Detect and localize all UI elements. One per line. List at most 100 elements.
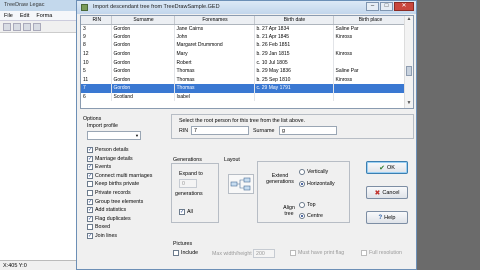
close-button[interactable]: ✕ bbox=[394, 2, 414, 11]
option-checkbox[interactable]: Keep births private bbox=[87, 181, 139, 188]
full-resolution-label: Full resolution bbox=[369, 250, 402, 256]
background-status-bar: X:405 Y:0 bbox=[0, 260, 80, 270]
checkbox-box: ✓ bbox=[87, 164, 93, 171]
cell-birth-place bbox=[333, 58, 407, 67]
option-checkbox[interactable]: Private records bbox=[87, 190, 131, 196]
table-row[interactable]: 10 Gordon Robert c. 10 Jul 1805 bbox=[81, 58, 407, 67]
minimize-button[interactable]: – bbox=[366, 2, 379, 11]
new-icon[interactable] bbox=[3, 23, 11, 31]
option-checkbox-label: Events bbox=[95, 164, 112, 171]
print-flag-checkbox-box bbox=[290, 250, 296, 256]
column-header-surname[interactable]: Surname bbox=[111, 16, 175, 25]
option-checkbox[interactable]: ✓ Flag duplicates bbox=[87, 215, 131, 222]
cancel-button[interactable]: ✖ Cancel bbox=[366, 186, 408, 199]
cell-birth-date: b. 29 May 1836 bbox=[254, 66, 334, 76]
table-row[interactable]: 8 Gordon Margaret Drummond b. 26 Feb 1851 bbox=[81, 41, 407, 50]
scroll-up-icon[interactable]: ▲ bbox=[405, 16, 413, 24]
column-header-forenames[interactable]: Forenames bbox=[174, 16, 255, 25]
cancel-x-icon: ✖ bbox=[374, 189, 381, 197]
full-resolution-checkbox[interactable]: Full resolution bbox=[361, 250, 402, 256]
option-checkbox-label: Private records bbox=[95, 190, 131, 196]
help-button[interactable]: ? Help bbox=[366, 211, 408, 224]
option-checkbox[interactable]: ✓ Connect multi marriages bbox=[87, 172, 153, 179]
root-person-prompt: Select the root person for this tree fro… bbox=[179, 118, 306, 124]
cell-surname: Gordon bbox=[111, 75, 175, 85]
table-row[interactable]: 7 Gordon Thomas c. 29 May 1791 bbox=[81, 84, 407, 93]
all-generations-checkbox[interactable]: ✓ All bbox=[179, 209, 193, 215]
background-canvas[interactable] bbox=[0, 33, 80, 260]
option-checkbox-label: Add statistics bbox=[95, 207, 127, 214]
ok-button[interactable]: ✔ OK bbox=[366, 161, 408, 174]
cell-birth-date: b. 27 Apr 1834 bbox=[254, 24, 334, 33]
option-checkbox[interactable]: ✓ Person details bbox=[87, 147, 129, 153]
person-list[interactable]: RIN Surname Forenames Birth date Birth p… bbox=[80, 15, 414, 109]
desktop-background bbox=[417, 0, 480, 270]
option-checkbox[interactable]: ✓ Marriage details bbox=[87, 155, 133, 162]
menu-file[interactable]: File bbox=[4, 13, 13, 19]
extend-horizontally-radio[interactable]: Horizontally bbox=[299, 181, 335, 187]
cell-rin: 8 bbox=[81, 41, 112, 50]
import-dialog: Import descendant tree from TreeDrawSamp… bbox=[76, 0, 417, 270]
option-checkbox-label: Connect multi marriages bbox=[95, 172, 153, 179]
import-profile-label: Import profile bbox=[87, 123, 118, 129]
option-checkbox[interactable]: ✓ Group tree elements bbox=[87, 198, 143, 205]
cell-surname: Gordon bbox=[111, 66, 175, 76]
align-centre-radio[interactable]: Centre bbox=[299, 213, 323, 219]
column-header-rin[interactable]: RIN bbox=[81, 16, 112, 25]
column-header-birth-place[interactable]: Birth place bbox=[333, 16, 407, 25]
scroll-down-icon[interactable]: ▼ bbox=[405, 100, 413, 108]
background-window: TreeDraw Legac File Edit Forma X:405 Y:0 bbox=[0, 0, 80, 270]
print-icon[interactable] bbox=[33, 23, 41, 31]
extend-generations-label: Extend generations bbox=[266, 173, 294, 185]
include-pictures-checkbox[interactable]: Include bbox=[173, 250, 198, 256]
expand-generations-spinner[interactable]: 0 bbox=[179, 179, 197, 188]
cell-surname: Gordon bbox=[111, 84, 175, 93]
table-row[interactable]: 3 Gordon Jane Cairns b. 27 Apr 1834 Saline P… bbox=[81, 24, 407, 33]
option-checkbox-label: Boxed bbox=[95, 224, 111, 231]
table-row[interactable]: 6 Scotland Isabel bbox=[81, 92, 407, 102]
cell-rin: 10 bbox=[81, 58, 112, 67]
table-row[interactable]: 12 Gordon Mary b. 29 Jan 1815 Kinross bbox=[81, 49, 407, 59]
scrollbar-thumb[interactable] bbox=[406, 66, 412, 76]
option-checkbox[interactable]: Boxed bbox=[87, 224, 111, 231]
table-row[interactable]: 9 Gordon John b. 21 Apr 1845 Kinross bbox=[81, 32, 407, 42]
rin-input[interactable]: 7 bbox=[191, 126, 249, 135]
max-width-input[interactable]: 200 bbox=[253, 249, 275, 258]
max-width-label: Max width/height bbox=[212, 251, 252, 257]
background-window-title: TreeDraw Legac bbox=[0, 0, 80, 11]
cell-forenames: Jane Cairns bbox=[174, 24, 255, 33]
cell-rin: 6 bbox=[81, 92, 112, 102]
cell-surname: Gordon bbox=[111, 41, 175, 50]
maximize-button[interactable]: □ bbox=[380, 2, 393, 11]
cell-birth-place bbox=[333, 41, 407, 50]
option-checkbox-label: Flag duplicates bbox=[95, 215, 131, 222]
surname-input[interactable]: g bbox=[279, 126, 337, 135]
open-icon[interactable] bbox=[13, 23, 21, 31]
ok-label: OK bbox=[386, 164, 395, 171]
option-checkbox[interactable]: ✓ Events bbox=[87, 164, 112, 171]
cell-birth-place: Kinross bbox=[333, 75, 407, 85]
menu-edit[interactable]: Edit bbox=[20, 13, 29, 19]
option-checkbox-label: Person details bbox=[95, 147, 129, 153]
must-have-print-flag-checkbox[interactable]: Must have print flag bbox=[290, 250, 344, 256]
table-row[interactable]: 11 Gordon Thomas b. 25 Sep 1810 Kinross bbox=[81, 75, 407, 85]
save-icon[interactable] bbox=[23, 23, 31, 31]
cell-birth-place bbox=[333, 92, 407, 102]
align-top-radio[interactable]: Top bbox=[299, 202, 316, 208]
vertically-radio-dot bbox=[299, 169, 305, 175]
checkmark-icon: ✔ bbox=[379, 164, 385, 172]
cell-birth-date: b. 29 Jan 1815 bbox=[254, 49, 334, 59]
option-checkbox[interactable]: ✓ Join lines bbox=[87, 233, 117, 239]
import-profile-select[interactable]: ▼ bbox=[87, 131, 141, 140]
checkbox-box bbox=[87, 181, 93, 188]
table-row[interactable]: 5 Gordon Thomas b. 29 May 1836 Saline Par bbox=[81, 66, 407, 76]
surname-label: Surname bbox=[253, 128, 275, 134]
menu-format[interactable]: Forma bbox=[36, 13, 52, 19]
list-scrollbar[interactable]: ▲ ▼ bbox=[404, 16, 413, 108]
column-header-birth-date[interactable]: Birth date bbox=[254, 16, 334, 25]
include-label: Include bbox=[181, 250, 199, 256]
option-checkbox[interactable]: ✓ Add statistics bbox=[87, 207, 127, 214]
include-checkbox-box bbox=[173, 250, 179, 256]
extend-vertically-radio[interactable]: Vertically bbox=[299, 169, 328, 175]
cell-forenames: Thomas bbox=[174, 75, 255, 85]
